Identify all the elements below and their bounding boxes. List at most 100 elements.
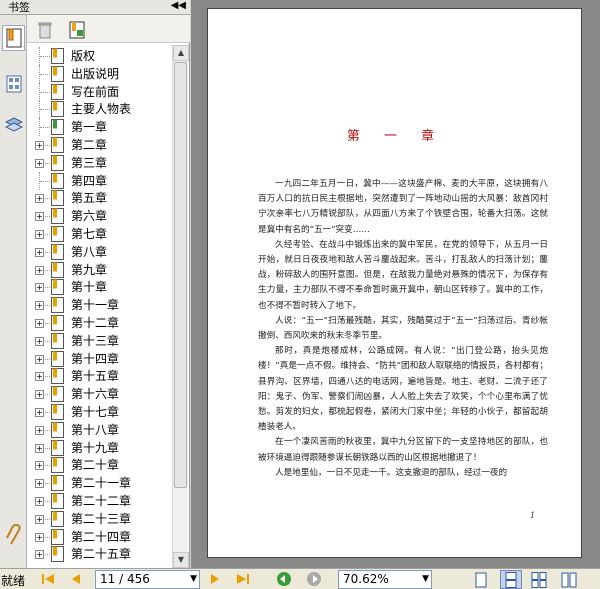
tree-connector xyxy=(40,56,50,57)
expand-toggle-icon[interactable]: + xyxy=(35,230,44,239)
expand-toggle-icon[interactable]: + xyxy=(35,497,44,506)
expand-toggle-icon[interactable]: + xyxy=(35,532,44,542)
continuous-facing-view-button[interactable] xyxy=(558,570,580,589)
go-forward-button[interactable] xyxy=(306,571,322,587)
expand-toggle-icon[interactable]: + xyxy=(35,390,44,400)
bookmark-item[interactable]: + 第七章 xyxy=(27,225,172,243)
delete-bookmark-button[interactable] xyxy=(37,21,55,39)
go-back-button[interactable] xyxy=(276,571,292,587)
bookmark-item[interactable]: + 第十一章 xyxy=(27,296,172,314)
expand-toggle-icon[interactable]: + xyxy=(35,461,44,471)
collapse-panel-icon[interactable]: ◀◀ xyxy=(171,0,186,11)
expand-toggle-icon[interactable]: + xyxy=(35,479,44,489)
tree-connector xyxy=(45,358,50,360)
bookmark-icon xyxy=(51,65,64,82)
expand-toggle-icon[interactable]: + xyxy=(35,194,44,204)
expand-toggle-icon[interactable]: + xyxy=(35,212,44,222)
bookmark-item[interactable]: + 第十四章 xyxy=(27,350,172,368)
bookmark-item[interactable]: + 第十七章 xyxy=(27,403,172,421)
bookmark-item[interactable]: + 第三章 xyxy=(27,154,172,172)
expand-toggle-icon[interactable]: + xyxy=(35,247,44,257)
tree-connector xyxy=(45,198,50,200)
bookmarks-panel: 版权 出版说明 写在前面 主要人物表 第一章 + 第二章 + 第三章 第四章 + 第五章 + 第六章 + 第七… xyxy=(27,15,190,568)
bookmark-item[interactable]: + 第十六章 xyxy=(27,385,172,403)
bookmark-item[interactable]: + 第五章 xyxy=(27,189,172,207)
tree-connector xyxy=(45,518,50,520)
bookmark-label: 第二十二章 xyxy=(71,494,132,508)
bookmark-icon xyxy=(51,475,64,492)
expand-toggle-icon[interactable]: + xyxy=(35,372,44,382)
pdf-page: 第 一 章 一九四二年五月一日，冀中——这块盛产棉、麦的大平原，这块拥有八百万人… xyxy=(207,8,582,558)
bookmark-label: 第十八章 xyxy=(71,422,120,437)
expand-toggle-icon[interactable]: + xyxy=(35,319,44,328)
tree-connector xyxy=(45,251,50,253)
expand-toggle-icon[interactable]: + xyxy=(35,443,44,453)
bookmark-item[interactable]: 第一章 xyxy=(27,118,172,137)
expand-toggle-icon[interactable]: + xyxy=(35,425,44,435)
page-dropdown-icon[interactable]: ▼ xyxy=(190,571,197,588)
continuous-view-button[interactable] xyxy=(500,570,522,589)
bookmark-item[interactable]: 出版说明 xyxy=(27,64,172,83)
scroll-down-arrow[interactable]: ▼ xyxy=(173,552,189,568)
last-page-button[interactable] xyxy=(235,571,251,587)
expand-toggle-icon[interactable]: + xyxy=(35,354,44,364)
bookmarks-tab-button[interactable] xyxy=(2,25,25,51)
first-page-button[interactable] xyxy=(40,571,56,587)
bookmark-item[interactable]: 版权 xyxy=(27,47,172,65)
tree-connector xyxy=(45,269,50,271)
expand-toggle-icon[interactable]: + xyxy=(35,408,44,417)
bookmark-item[interactable]: + 第二十章 xyxy=(27,456,172,474)
bookmark-item[interactable]: 第四章 xyxy=(27,171,172,190)
bookmark-item[interactable]: + 第二章 xyxy=(27,136,172,154)
tree-connector xyxy=(45,323,50,324)
bookmark-icon xyxy=(51,546,64,563)
bookmark-item[interactable]: + 第八章 xyxy=(27,243,172,261)
page-thumbnails-tab-button[interactable] xyxy=(2,71,25,97)
single-page-view-button[interactable] xyxy=(470,570,492,589)
bookmark-icon xyxy=(51,119,64,136)
expand-toggle-icon[interactable]: + xyxy=(35,141,44,150)
layers-tab-button[interactable] xyxy=(2,112,25,138)
bookmark-scrollbar[interactable]: ▲ ▼ xyxy=(172,45,189,568)
new-bookmark-icon xyxy=(69,21,85,39)
zoom-dropdown-icon[interactable]: ▼ xyxy=(422,571,429,588)
next-page-button[interactable] xyxy=(207,571,223,587)
bookmark-item[interactable]: + 第二十三章 xyxy=(27,510,172,528)
expand-toggle-icon[interactable]: + xyxy=(35,514,44,524)
scroll-up-arrow[interactable]: ▲ xyxy=(173,45,189,61)
bookmark-item[interactable]: + 第十八章 xyxy=(27,421,172,439)
expand-toggle-icon[interactable]: + xyxy=(35,283,44,293)
attachments-tab-button[interactable] xyxy=(2,522,25,548)
bookmark-item[interactable]: + 第二十二章 xyxy=(27,492,172,510)
bookmark-item[interactable]: 主要人物表 xyxy=(27,100,172,119)
expand-toggle-icon[interactable]: + xyxy=(35,301,44,311)
bookmark-item[interactable]: + 第六章 xyxy=(27,207,172,225)
tree-connector xyxy=(45,536,50,538)
body-paragraph: 人说：“五一”扫荡最残酷，其实，残酷莫过于“五一”扫荡过后、青纱帐撤倒、西风吹来… xyxy=(258,315,548,342)
bookmark-item[interactable]: + 第十二章 xyxy=(27,314,172,332)
page-number-field[interactable]: 11 / 456 ▼ xyxy=(95,570,200,589)
tree-connector xyxy=(40,73,50,75)
bookmark-item[interactable]: + 第十九章 xyxy=(27,439,172,457)
expand-toggle-icon[interactable]: + xyxy=(35,336,44,346)
bookmark-item[interactable]: + 第二十五章 xyxy=(27,545,172,563)
zoom-field[interactable]: 70.62% ▼ xyxy=(338,570,432,589)
bookmark-item[interactable]: + 第二十一章 xyxy=(27,474,172,492)
expand-toggle-icon[interactable]: + xyxy=(35,158,44,168)
bookmark-item[interactable]: + 第十章 xyxy=(27,278,172,296)
tree-connector xyxy=(45,145,50,146)
facing-view-button[interactable] xyxy=(528,570,550,589)
scrollbar-thumb[interactable] xyxy=(174,62,187,488)
bookmark-item[interactable]: + 第十五章 xyxy=(27,367,172,385)
bookmark-item[interactable]: + 第二十四章 xyxy=(27,528,172,546)
document-view[interactable]: 第 一 章 一九四二年五月一日，冀中——这块盛产棉、麦的大平原，这块拥有八百万人… xyxy=(191,0,600,568)
expand-toggle-icon[interactable]: + xyxy=(35,550,44,560)
bookmark-label: 主要人物表 xyxy=(71,102,132,117)
expand-toggle-icon[interactable]: + xyxy=(35,265,44,275)
bookmark-item[interactable]: + 第九章 xyxy=(27,261,172,279)
previous-page-button[interactable] xyxy=(68,571,84,587)
bookmark-label: 第四章 xyxy=(71,173,108,188)
bookmark-item[interactable]: + 第十三章 xyxy=(27,332,172,350)
bookmark-item[interactable]: 写在前面 xyxy=(27,82,172,101)
new-bookmark-button[interactable] xyxy=(69,21,87,39)
